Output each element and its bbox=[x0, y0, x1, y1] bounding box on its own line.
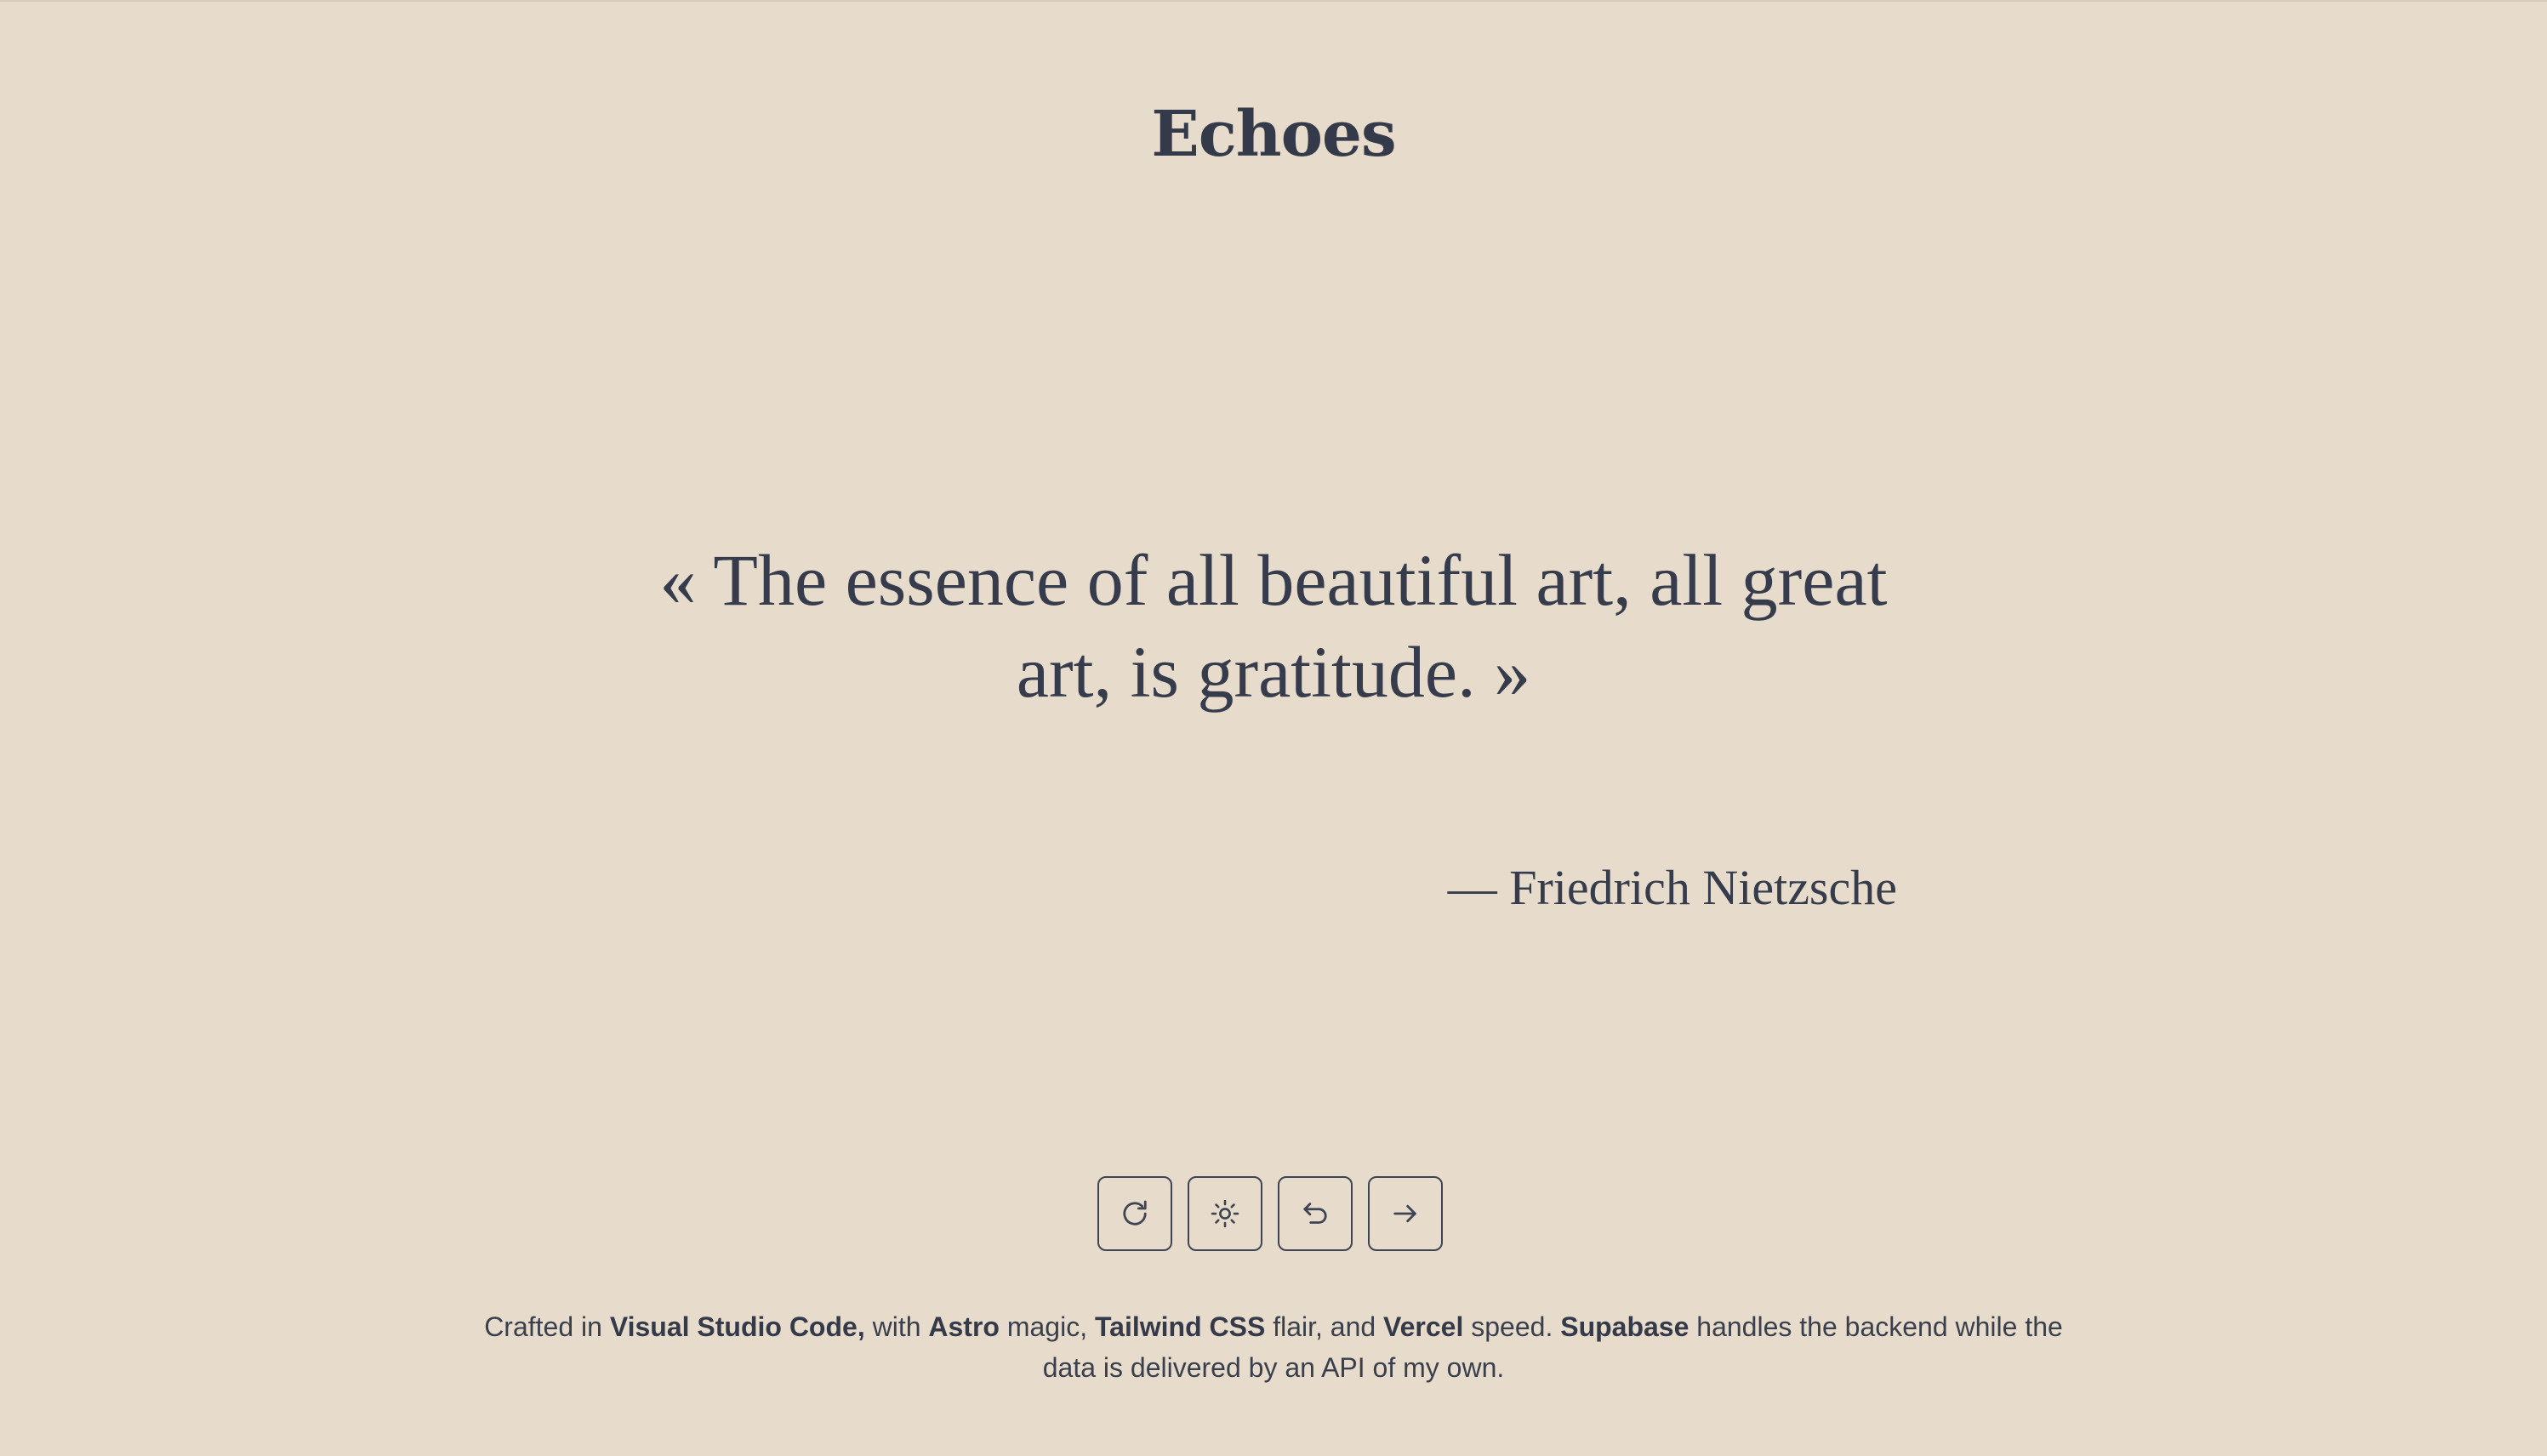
sun-icon bbox=[1211, 1199, 1239, 1228]
quote-author: — Friedrich Nietzsche bbox=[1447, 860, 1897, 915]
arrow-right-icon bbox=[1393, 1204, 1416, 1223]
footer-text: Crafted in bbox=[484, 1311, 610, 1342]
site-title: Echoes bbox=[1151, 98, 1396, 171]
top-border bbox=[0, 0, 2547, 2]
footer-supabase: Supabase bbox=[1560, 1311, 1689, 1342]
previous-quote-button[interactable] bbox=[1278, 1176, 1353, 1251]
controls-bar bbox=[1097, 1176, 1443, 1251]
footer-vercel: Vercel bbox=[1383, 1311, 1464, 1342]
footer-text: magic, bbox=[999, 1311, 1095, 1342]
refresh-button[interactable] bbox=[1097, 1176, 1172, 1251]
footer-credits: Crafted in Visual Studio Code, with Astr… bbox=[476, 1306, 2071, 1388]
open-quote-mark: « bbox=[659, 539, 697, 621]
footer-text: flair, and bbox=[1265, 1311, 1384, 1342]
footer-text: with bbox=[864, 1311, 929, 1342]
theme-toggle-button[interactable] bbox=[1188, 1176, 1262, 1251]
footer-vscode: Visual Studio Code, bbox=[609, 1311, 865, 1342]
undo-icon bbox=[1303, 1203, 1327, 1224]
quote-text: « The essence of all beautiful art, all … bbox=[647, 534, 1900, 718]
next-quote-button[interactable] bbox=[1368, 1176, 1443, 1251]
close-quote-mark: » bbox=[1494, 631, 1531, 713]
footer-tailwind: Tailwind CSS bbox=[1094, 1311, 1266, 1342]
refresh-icon bbox=[1123, 1200, 1147, 1226]
footer-astro: Astro bbox=[928, 1311, 1000, 1342]
footer-text: speed. bbox=[1463, 1311, 1561, 1342]
quote-body: The essence of all beautiful art, all gr… bbox=[713, 539, 1906, 713]
